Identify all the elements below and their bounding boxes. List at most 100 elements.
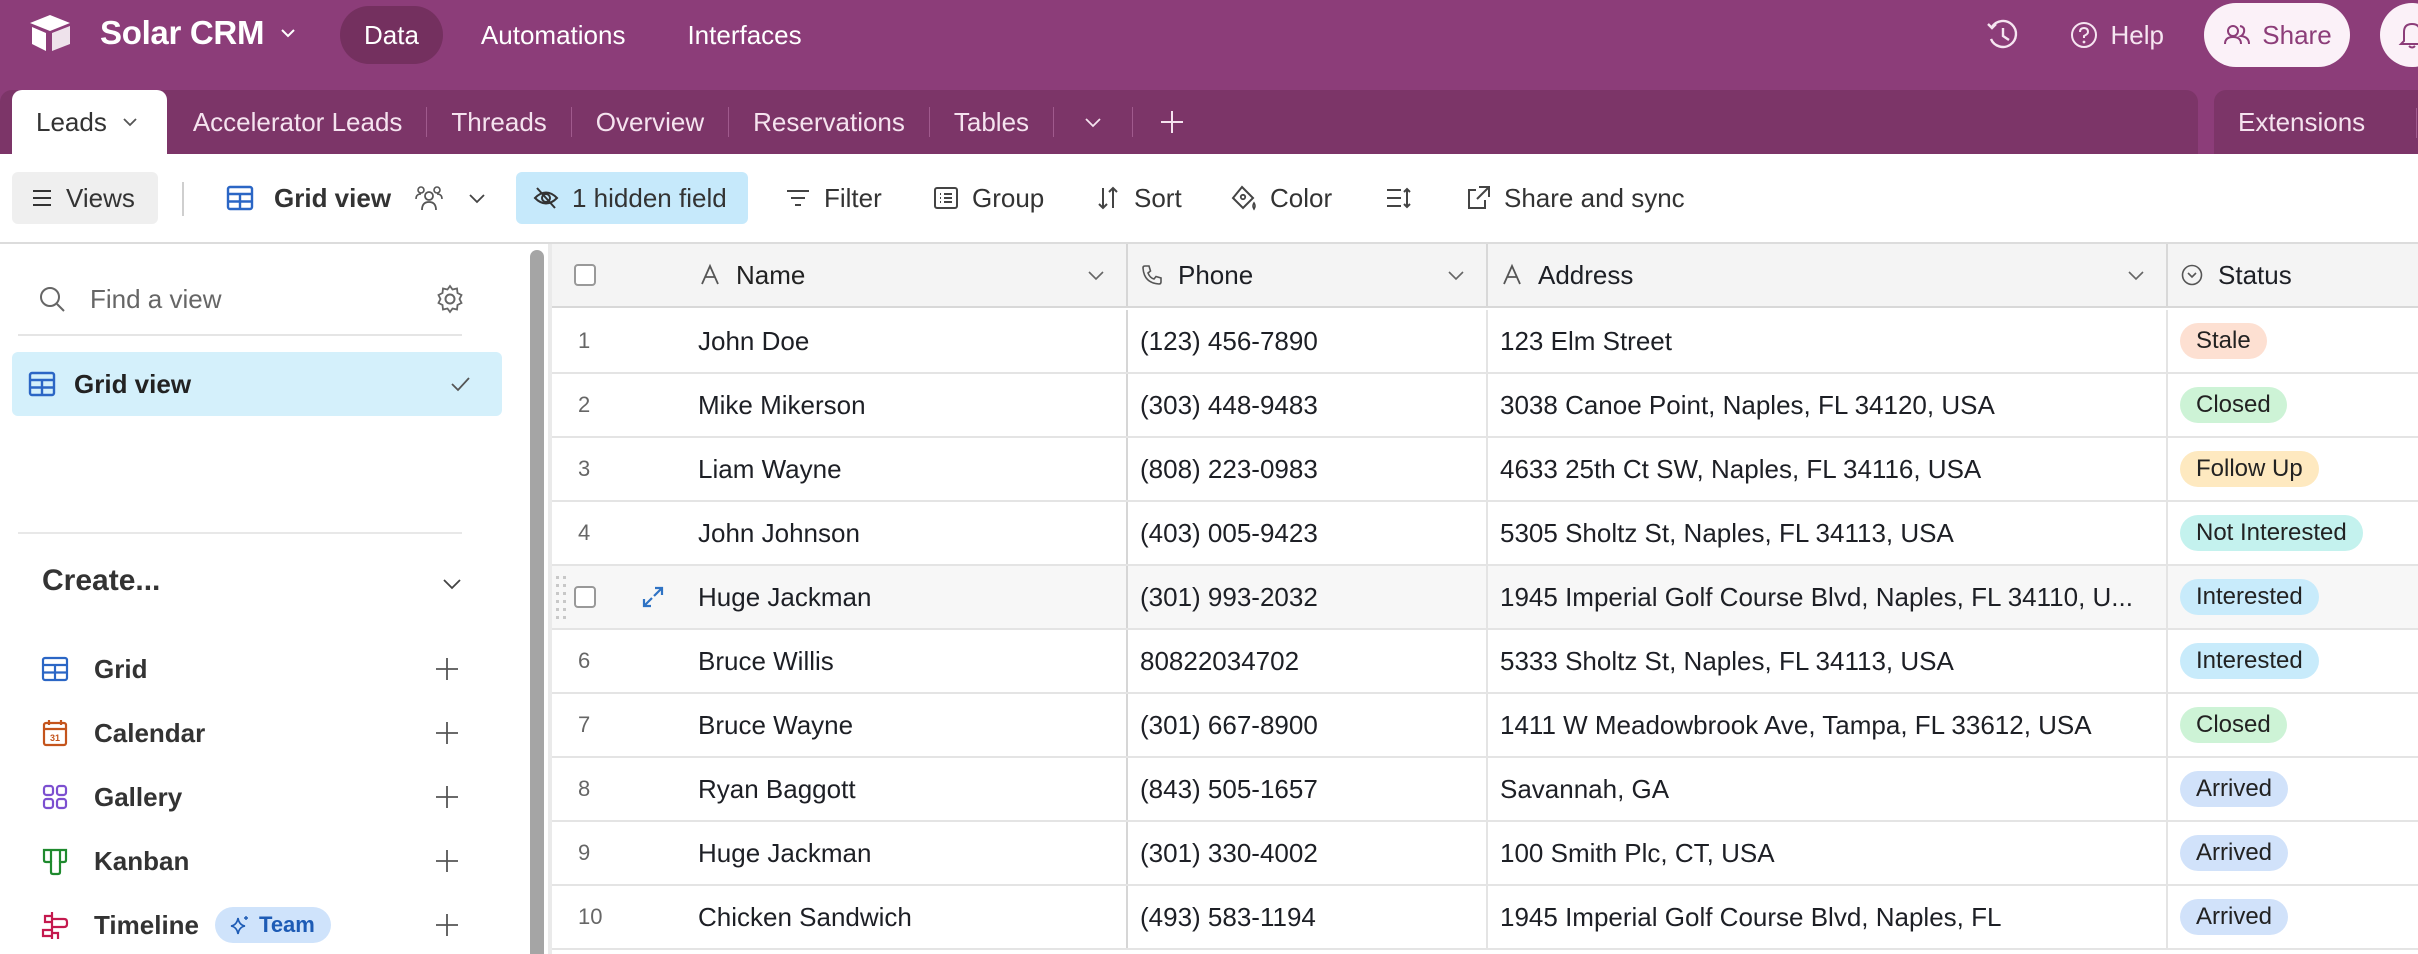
gear-icon[interactable] — [434, 283, 466, 315]
chevron-down-icon[interactable] — [1086, 265, 1106, 285]
cell-address[interactable]: 5305 Sholtz St, Naples, FL 34113, USA — [1488, 502, 2168, 564]
nav-automations[interactable]: Automations — [457, 6, 650, 64]
column-header-address[interactable]: Address — [1488, 244, 2168, 306]
table-row[interactable]: 10 Chicken Sandwich (493) 583-1194 1945 … — [552, 886, 2418, 950]
sort-button[interactable]: Sort — [1094, 172, 1182, 224]
history-icon[interactable] — [1983, 15, 2023, 55]
column-header-status[interactable]: Status — [2168, 244, 2418, 306]
find-view-field[interactable]: Find a view — [36, 274, 476, 324]
share-button[interactable]: Share — [2204, 3, 2350, 67]
cell-phone[interactable]: (301) 330-4002 — [1128, 822, 1488, 884]
cell-name[interactable]: 6 Bruce Willis — [552, 630, 1128, 692]
nav-data[interactable]: Data — [340, 6, 443, 64]
create-timeline-view[interactable]: Timeline Team — [40, 900, 480, 950]
row-checkbox[interactable] — [574, 586, 596, 608]
cell-address[interactable]: 1411 W Meadowbrook Ave, Tampa, FL 33612,… — [1488, 694, 2168, 756]
table-row[interactable]: 2 Mike Mikerson (303) 448-9483 3038 Cano… — [552, 374, 2418, 438]
notifications-button[interactable] — [2380, 3, 2418, 67]
cell-status[interactable]: Arrived — [2168, 886, 2418, 948]
cell-status[interactable]: Not Interested — [2168, 502, 2418, 564]
cell-phone[interactable]: (403) 005-9423 — [1128, 502, 1488, 564]
create-kanban-view[interactable]: Kanban — [40, 836, 480, 886]
cell-phone[interactable]: (301) 667-8900 — [1128, 694, 1488, 756]
share-and-sync-button[interactable]: Share and sync — [1464, 172, 1685, 224]
view-item-grid-view[interactable]: Grid view — [12, 352, 502, 416]
select-all-checkbox[interactable] — [574, 264, 596, 286]
cell-address[interactable]: 3038 Canoe Point, Naples, FL 34120, USA — [1488, 374, 2168, 436]
column-header-phone[interactable]: Phone — [1128, 244, 1488, 306]
hide-fields-button[interactable]: 1 hidden field — [516, 172, 748, 224]
more-tables-button[interactable] — [1054, 90, 1132, 154]
table-row[interactable]: Huge Jackman (301) 993-2032 1945 Imperia… — [552, 566, 2418, 630]
nav-interfaces[interactable]: Interfaces — [663, 6, 825, 64]
drag-handle-icon[interactable] — [556, 574, 568, 622]
find-view-input[interactable]: Find a view — [90, 284, 222, 315]
cell-name[interactable]: 3 Liam Wayne — [552, 438, 1128, 500]
create-calendar-view[interactable]: 31 Calendar — [40, 708, 480, 758]
cell-phone[interactable]: (303) 448-9483 — [1128, 374, 1488, 436]
base-switcher[interactable]: Solar CRM — [26, 10, 298, 56]
cell-name[interactable]: 9 Huge Jackman — [552, 822, 1128, 884]
table-row[interactable]: 9 Huge Jackman (301) 330-4002 100 Smith … — [552, 822, 2418, 886]
cell-status[interactable]: Follow Up — [2168, 438, 2418, 500]
cell-address[interactable]: Savannah, GA — [1488, 758, 2168, 820]
table-row[interactable]: 8 Ryan Baggott (843) 505-1657 Savannah, … — [552, 758, 2418, 822]
cell-name[interactable]: 8 Ryan Baggott — [552, 758, 1128, 820]
views-toggle-button[interactable]: Views — [12, 172, 158, 224]
cell-phone[interactable]: (493) 583-1194 — [1128, 886, 1488, 948]
cell-phone[interactable]: (808) 223-0983 — [1128, 438, 1488, 500]
group-button[interactable]: Group — [932, 172, 1044, 224]
cell-status[interactable]: Closed — [2168, 374, 2418, 436]
cell-status[interactable]: Stale — [2168, 310, 2418, 372]
tab-leads[interactable]: Leads — [12, 90, 167, 154]
cell-status[interactable]: Interested — [2168, 566, 2418, 628]
table-row[interactable]: 7 Bruce Wayne (301) 667-8900 1411 W Mead… — [552, 694, 2418, 758]
cell-name[interactable]: 1 John Doe — [552, 310, 1128, 372]
create-gallery-view[interactable]: Gallery — [40, 772, 480, 822]
cell-address[interactable]: 4633 25th Ct SW, Naples, FL 34116, USA — [1488, 438, 2168, 500]
chevron-down-icon[interactable] — [440, 572, 464, 596]
cell-phone[interactable]: (301) 993-2032 — [1128, 566, 1488, 628]
filter-button[interactable]: Filter — [784, 172, 882, 224]
table-row[interactable]: 4 John Johnson (403) 005-9423 5305 Sholt… — [552, 502, 2418, 566]
tab-accelerator-leads[interactable]: Accelerator Leads — [169, 90, 427, 154]
table-row[interactable]: 6 Bruce Willis 80822034702 5333 Sholtz S… — [552, 630, 2418, 694]
tab-reservations[interactable]: Reservations — [729, 90, 929, 154]
cell-address[interactable]: 123 Elm Street — [1488, 310, 2168, 372]
cell-phone[interactable]: 80822034702 — [1128, 630, 1488, 692]
extensions-button[interactable]: Extensions — [2238, 90, 2365, 154]
cell-status[interactable]: Closed — [2168, 694, 2418, 756]
expand-record-icon[interactable] — [640, 584, 666, 610]
tab-threads[interactable]: Threads — [427, 90, 570, 154]
create-section-heading[interactable]: Create... — [42, 564, 160, 598]
help-button[interactable]: Help — [2069, 20, 2164, 51]
cell-address[interactable]: 100 Smith Plc, CT, USA — [1488, 822, 2168, 884]
chevron-down-icon[interactable] — [2126, 265, 2146, 285]
cell-name[interactable]: 7 Bruce Wayne — [552, 694, 1128, 756]
cell-phone[interactable]: (123) 456-7890 — [1128, 310, 1488, 372]
cell-name[interactable]: 4 John Johnson — [552, 502, 1128, 564]
view-switcher[interactable]: Grid view — [226, 172, 499, 224]
row-height-button[interactable] — [1384, 172, 1424, 224]
table-row[interactable]: 1 John Doe (123) 456-7890 123 Elm Street… — [552, 310, 2418, 374]
cell-name[interactable]: 10 Chicken Sandwich — [552, 886, 1128, 948]
cell-address[interactable]: 5333 Sholtz St, Naples, FL 34113, USA — [1488, 630, 2168, 692]
cell-address[interactable]: 1945 Imperial Golf Course Blvd, Naples, … — [1488, 886, 2168, 948]
tab-overview[interactable]: Overview — [572, 90, 728, 154]
chevron-down-icon[interactable] — [121, 113, 139, 131]
cell-name[interactable]: 2 Mike Mikerson — [552, 374, 1128, 436]
tab-tables[interactable]: Tables — [930, 90, 1053, 154]
cell-phone[interactable]: (843) 505-1657 — [1128, 758, 1488, 820]
color-button[interactable]: Color — [1230, 172, 1332, 224]
create-grid-view[interactable]: Grid — [40, 644, 480, 694]
chevron-down-icon[interactable] — [1446, 265, 1466, 285]
cell-status[interactable]: Arrived — [2168, 758, 2418, 820]
table-row[interactable]: 3 Liam Wayne (808) 223-0983 4633 25th Ct… — [552, 438, 2418, 502]
cell-name[interactable]: Huge Jackman — [552, 566, 1128, 628]
add-table-button[interactable] — [1133, 90, 1211, 154]
cell-status[interactable]: Arrived — [2168, 822, 2418, 884]
column-header-name[interactable]: Name — [552, 244, 1128, 306]
cell-address[interactable]: 1945 Imperial Golf Course Blvd, Naples, … — [1488, 566, 2168, 628]
sidebar-scrollbar[interactable] — [530, 250, 544, 954]
cell-status[interactable]: Interested — [2168, 630, 2418, 692]
